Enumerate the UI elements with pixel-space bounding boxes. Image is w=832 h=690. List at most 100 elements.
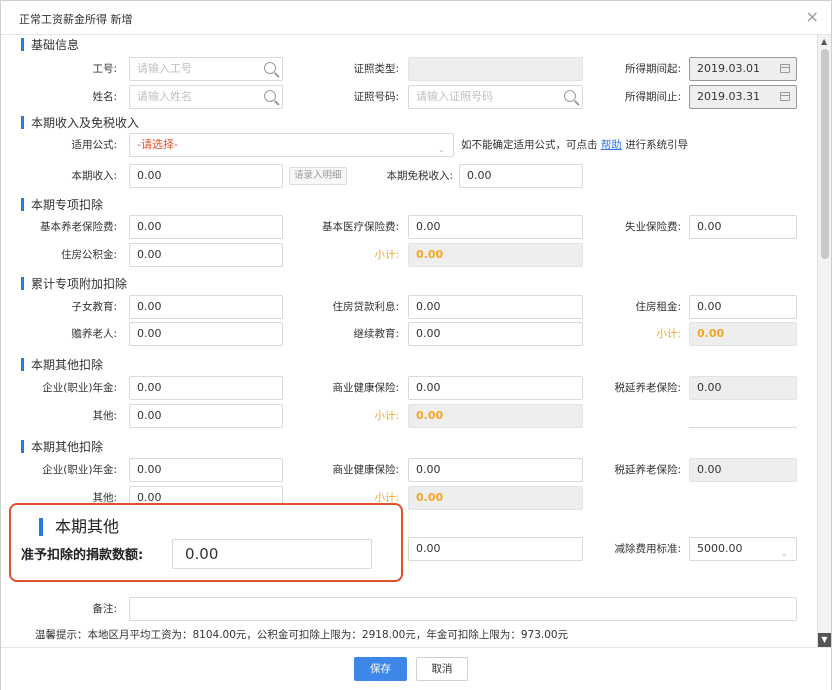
id-no-label: 证照号码:	[353, 91, 399, 103]
id-no-placeholder: 请输入证照号码	[416, 90, 493, 103]
search-icon[interactable]	[564, 90, 576, 102]
scrollbar-thumb[interactable]	[821, 49, 829, 259]
elder-support-input[interactable]: 0.00	[129, 322, 283, 346]
child-edu-input[interactable]: 0.00	[129, 295, 283, 319]
vertical-scrollbar[interactable]: ▲ ▼	[817, 35, 831, 647]
id-type-label: 证照类型:	[353, 63, 399, 75]
notice-text: 温馨提示：本地区月平均工资为：8104.00元，公积金可扣除上限为：2918.0…	[35, 629, 569, 641]
child-edu-label: 子女教育:	[71, 301, 117, 313]
chevron-down-icon[interactable]: ⌄	[437, 139, 445, 156]
deduct-standard-value: 5000.00	[697, 542, 743, 555]
loan-interest-input[interactable]: 0.00	[408, 295, 583, 319]
formula-hint-text-2: 进行系统引导	[625, 139, 689, 151]
calendar-icon[interactable]	[780, 64, 790, 73]
deferred-pension-label-2: 税延养老保险:	[614, 464, 681, 476]
detail-entry-button[interactable]: 请录入明细	[289, 167, 347, 185]
other-input[interactable]: 0.00	[129, 404, 283, 428]
unemployment-input[interactable]: 0.00	[689, 215, 797, 239]
continuing-edu-input[interactable]: 0.00	[408, 322, 583, 346]
remark-input[interactable]	[129, 597, 797, 621]
special-subtotal-label: 小计:	[374, 249, 399, 261]
elder-support-label: 赡养老人:	[71, 328, 117, 340]
chevron-down-icon[interactable]: ⌄	[780, 543, 788, 560]
annuity-input-2[interactable]: 0.00	[129, 458, 283, 482]
donation-label: 准予扣除的捐款数额:	[21, 548, 144, 563]
health-insurance-input[interactable]: 0.00	[408, 376, 583, 400]
pension-input[interactable]: 0.00	[129, 215, 283, 239]
income-label: 本期收入:	[71, 170, 117, 182]
divider	[689, 427, 797, 428]
continuing-edu-label: 继续教育:	[353, 328, 399, 340]
rent-label: 住房租金:	[635, 301, 681, 313]
period-start-label: 所得期间起:	[624, 63, 681, 75]
section-additional-deduction: 累计专项附加扣除	[21, 276, 127, 292]
health-insurance-label: 商业健康保险:	[332, 382, 399, 394]
name-input[interactable]: 请输入姓名	[129, 85, 283, 109]
period-end-value: 2019.03.31	[697, 90, 760, 103]
zoom-callout: 本期其他 准予扣除的捐款数额: 0.00	[9, 503, 403, 582]
section-income: 本期收入及免税收入	[21, 115, 139, 131]
remark-label: 备注:	[92, 603, 117, 615]
period-end-label: 所得期间止:	[624, 91, 681, 103]
deduct-standard-label: 减除费用标准:	[614, 543, 681, 555]
annuity-label-2: 企业(职业)年金:	[42, 464, 117, 476]
emp-no-label: 工号:	[92, 63, 117, 75]
dialog-titlebar: 正常工资薪金所得 新增 ×	[1, 1, 831, 35]
other-subtotal-value-2: 0.00	[408, 486, 583, 510]
other-label: 其他:	[92, 410, 117, 422]
health-insurance-input-2[interactable]: 0.00	[408, 458, 583, 482]
housing-fund-label: 住房公积金:	[60, 249, 117, 261]
section-basic-info: 基础信息	[21, 37, 79, 53]
formula-hint-text: 如不能确定适用公式，可点击	[461, 139, 598, 151]
section-other-deduction: 本期其他扣除	[21, 357, 103, 373]
loan-interest-label: 住房贷款利息:	[332, 301, 399, 313]
pension-label: 基本养老保险费:	[39, 221, 117, 233]
emp-no-placeholder: 请输入工号	[137, 62, 192, 75]
scroll-down-icon[interactable]: ▼	[818, 633, 831, 647]
exempt-income-input[interactable]: 0.00	[459, 164, 583, 188]
name-label: 姓名:	[92, 91, 117, 103]
dialog: 正常工资薪金所得 新增 × 基础信息 工号: 请输入工号 证照类型: 所得期间起…	[0, 0, 832, 690]
special-subtotal-value: 0.00	[408, 243, 583, 267]
other-subtotal-label: 小计:	[374, 410, 399, 422]
other-subtotal-value: 0.00	[408, 404, 583, 428]
deferred-pension-input[interactable]: 0.00	[689, 376, 797, 400]
formula-select[interactable]: -请选择- ⌄	[129, 133, 454, 157]
rent-input[interactable]: 0.00	[689, 295, 797, 319]
scroll-up-icon[interactable]: ▲	[821, 37, 827, 46]
close-icon[interactable]: ×	[806, 8, 819, 26]
dialog-footer: 保存 取消	[1, 647, 831, 690]
save-button[interactable]: 保存	[354, 657, 407, 681]
formula-select-value: -请选择-	[137, 138, 178, 151]
mid-input[interactable]: 0.00	[408, 537, 583, 561]
housing-fund-input[interactable]: 0.00	[129, 243, 283, 267]
additional-subtotal-value: 0.00	[689, 322, 797, 346]
deduct-standard-select[interactable]: 5000.00 ⌄	[689, 537, 797, 561]
calendar-icon[interactable]	[780, 92, 790, 101]
unemployment-label: 失业保险费:	[624, 221, 681, 233]
period-start-value: 2019.03.01	[697, 62, 760, 75]
help-link[interactable]: 帮助	[601, 139, 622, 151]
income-input[interactable]: 0.00	[129, 164, 283, 188]
section-other-deduction-2: 本期其他扣除	[21, 439, 103, 455]
cancel-button[interactable]: 取消	[416, 657, 468, 681]
annuity-label: 企业(职业)年金:	[42, 382, 117, 394]
annuity-input[interactable]: 0.00	[129, 376, 283, 400]
period-end-input[interactable]: 2019.03.31	[689, 85, 797, 109]
period-start-input[interactable]: 2019.03.01	[689, 57, 797, 81]
id-type-select[interactable]	[408, 57, 583, 81]
health-insurance-label-2: 商业健康保险:	[332, 464, 399, 476]
medical-input[interactable]: 0.00	[408, 215, 583, 239]
emp-no-input[interactable]: 请输入工号	[129, 57, 283, 81]
formula-label: 适用公式:	[71, 139, 117, 151]
deferred-pension-input-2[interactable]: 0.00	[689, 458, 797, 482]
name-placeholder: 请输入姓名	[137, 90, 192, 103]
dialog-title: 正常工资薪金所得 新增	[19, 13, 133, 26]
search-icon[interactable]	[264, 90, 276, 102]
additional-subtotal-label: 小计:	[656, 328, 681, 340]
donation-input[interactable]: 0.00	[172, 539, 372, 569]
id-no-input[interactable]: 请输入证照号码	[408, 85, 583, 109]
zoom-section-title: 本期其他	[39, 517, 119, 537]
search-icon[interactable]	[264, 62, 276, 74]
formula-hint: 如不能确定适用公式，可点击 帮助 进行系统引导	[461, 134, 688, 156]
